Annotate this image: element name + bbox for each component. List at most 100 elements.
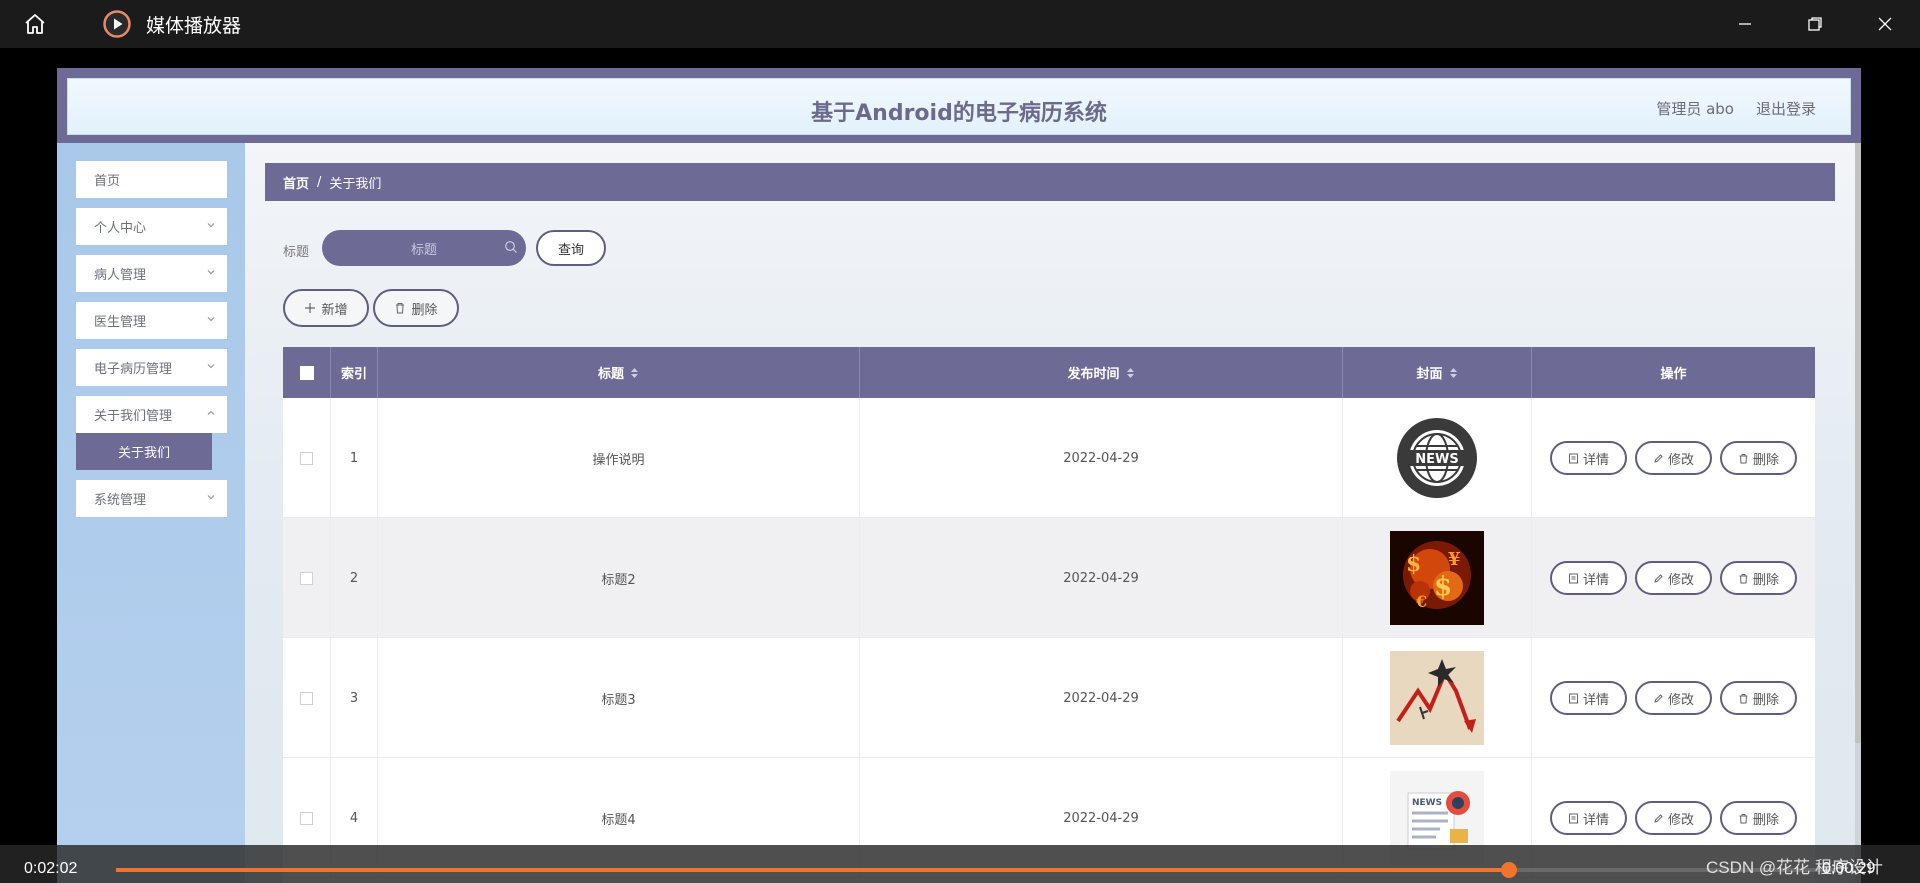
sidebar-item-system-management[interactable]: 系统管理	[76, 480, 227, 517]
sidebar-item-personal-center[interactable]: 个人中心	[76, 208, 227, 245]
cover-image-news-globe[interactable]: NEWS	[1390, 411, 1484, 505]
edit-button[interactable]: 修改	[1635, 801, 1712, 835]
trash-icon	[1739, 573, 1748, 583]
page-scrollbar-thumb[interactable]	[1855, 143, 1861, 743]
table-header: 索引 标题 发布时间 封面 操作	[283, 347, 1815, 398]
sidebar-item-about-management[interactable]: 关于我们管理	[76, 396, 227, 433]
detail-label: 详情	[1582, 812, 1609, 828]
restore-icon	[1808, 17, 1822, 31]
column-header-label: 标题	[597, 367, 624, 382]
edit-button[interactable]: 修改	[1635, 561, 1712, 595]
header-user-area: 管理员 abo 退出登录	[1656, 98, 1816, 119]
row-delete-button[interactable]: 删除	[1720, 801, 1797, 835]
operation-cell: 详情 修改 删除	[1532, 638, 1815, 758]
row-delete-button[interactable]: 删除	[1720, 441, 1797, 475]
detail-button[interactable]: 详情	[1550, 801, 1627, 835]
search-placeholder: 标题	[410, 242, 437, 258]
edit-button[interactable]: 修改	[1635, 681, 1712, 715]
row-delete-button[interactable]: 删除	[1720, 561, 1797, 595]
document-icon	[1568, 573, 1578, 583]
sidebar-item-label: 电子病历管理	[94, 362, 173, 377]
select-all-checkbox[interactable]	[299, 365, 314, 380]
sidebar-item-label: 个人中心	[94, 221, 147, 236]
search-label: 标题	[283, 245, 310, 260]
about-us-table: 索引 标题 发布时间 封面 操作 1 操作说明 2022-04-29 NEWS …	[283, 347, 1815, 883]
row-checkbox[interactable]	[300, 811, 313, 825]
playback-controls-bar	[0, 845, 1920, 883]
publish-time-cell: 2022-04-29	[860, 398, 1343, 518]
sort-icon	[1449, 367, 1457, 378]
pencil-icon	[1654, 813, 1663, 823]
trash-icon	[1739, 693, 1748, 703]
delete-button-label: 删除	[411, 302, 438, 318]
row-delete-button[interactable]: 删除	[1720, 681, 1797, 715]
title-cell: 标题2	[378, 518, 860, 638]
add-button[interactable]: 新增	[283, 289, 369, 327]
row-select-cell	[283, 518, 331, 638]
logout-link[interactable]: 退出登录	[1756, 98, 1816, 119]
index-cell: 1	[331, 398, 378, 518]
column-header-operation: 操作	[1532, 347, 1815, 398]
document-icon	[1568, 693, 1578, 703]
search-icon	[505, 241, 517, 253]
breadcrumb: 首页 / 关于我们	[265, 163, 1835, 201]
query-button[interactable]: 查询	[536, 230, 606, 266]
table-row: 1 操作说明 2022-04-29 NEWS 详情 修改 删除	[283, 398, 1815, 518]
seek-bar-handle[interactable]	[1501, 862, 1517, 878]
sidebar-item-doctor-management[interactable]: 医生管理	[76, 302, 227, 339]
column-header-title[interactable]: 标题	[378, 347, 860, 398]
trash-icon	[396, 303, 405, 314]
chevron-down-icon	[207, 317, 215, 322]
cover-cell: $ $ ¥ €	[1343, 518, 1532, 638]
delete-button[interactable]: 删除	[373, 289, 459, 327]
index-cell: 3	[331, 638, 378, 758]
sidebar-item-emr-management[interactable]: 电子病历管理	[76, 349, 227, 386]
table-row: 2 标题2 2022-04-29 $ $ ¥ € 详情 修改 删除	[283, 518, 1815, 638]
minimize-icon	[1739, 23, 1751, 25]
close-icon	[1878, 17, 1892, 31]
svg-text:¥: ¥	[1448, 549, 1461, 570]
trash-icon	[1739, 453, 1748, 463]
edit-button[interactable]: 修改	[1635, 441, 1712, 475]
row-checkbox[interactable]	[300, 571, 313, 585]
plus-icon	[305, 303, 316, 313]
close-button[interactable]	[1850, 0, 1920, 48]
sort-icon	[631, 367, 638, 378]
cover-image-falling-chart[interactable]	[1390, 651, 1484, 745]
column-header-label: 操作	[1660, 367, 1687, 382]
column-header-index: 索引	[331, 347, 378, 398]
home-icon[interactable]	[18, 7, 52, 41]
sidebar-subitem-about-us[interactable]: 关于我们	[76, 433, 212, 470]
select-all-cell	[283, 347, 331, 398]
cover-image-fire-letters[interactable]: $ $ ¥ €	[1390, 531, 1484, 625]
edit-label: 修改	[1667, 812, 1694, 828]
row-checkbox[interactable]	[300, 691, 313, 705]
detail-button[interactable]: 详情	[1550, 561, 1627, 595]
row-checkbox[interactable]	[300, 451, 313, 465]
sidebar: 首页 个人中心 病人管理 医生管理 电子病历管理 关于我们管理 关于我们 系统管…	[57, 143, 245, 883]
detail-button[interactable]: 详情	[1550, 441, 1627, 475]
column-header-cover[interactable]: 封面	[1343, 347, 1532, 398]
column-header-label: 封面	[1416, 367, 1443, 382]
restore-button[interactable]	[1780, 0, 1850, 48]
sidebar-item-home[interactable]: 首页	[76, 161, 227, 198]
sidebar-item-label: 关于我们管理	[94, 409, 173, 424]
sidebar-item-label: 首页	[94, 174, 121, 189]
publish-time-cell: 2022-04-29	[860, 638, 1343, 758]
index-cell: 2	[331, 518, 378, 638]
add-button-label: 新增	[321, 302, 348, 318]
search-input[interactable]: 标题	[322, 230, 526, 266]
current-user: 管理员 abo	[1656, 100, 1734, 118]
chevron-down-icon	[207, 270, 215, 275]
sidebar-item-patient-management[interactable]: 病人管理	[76, 255, 227, 292]
player-title: 媒体播放器	[146, 14, 242, 37]
column-header-publish-time[interactable]: 发布时间	[860, 347, 1343, 398]
detail-button[interactable]: 详情	[1550, 681, 1627, 715]
breadcrumb-home[interactable]: 首页	[283, 173, 309, 192]
app-header-panel: 基于Android的电子病历系统 管理员 abo 退出登录	[67, 78, 1851, 135]
edit-label: 修改	[1667, 692, 1694, 708]
minimize-button[interactable]	[1710, 0, 1780, 48]
video-frame: 基于Android的电子病历系统 管理员 abo 退出登录 首页 个人中心 病人…	[57, 68, 1861, 883]
cover-cell: NEWS	[1343, 398, 1532, 518]
svg-text:$: $	[1434, 572, 1452, 602]
